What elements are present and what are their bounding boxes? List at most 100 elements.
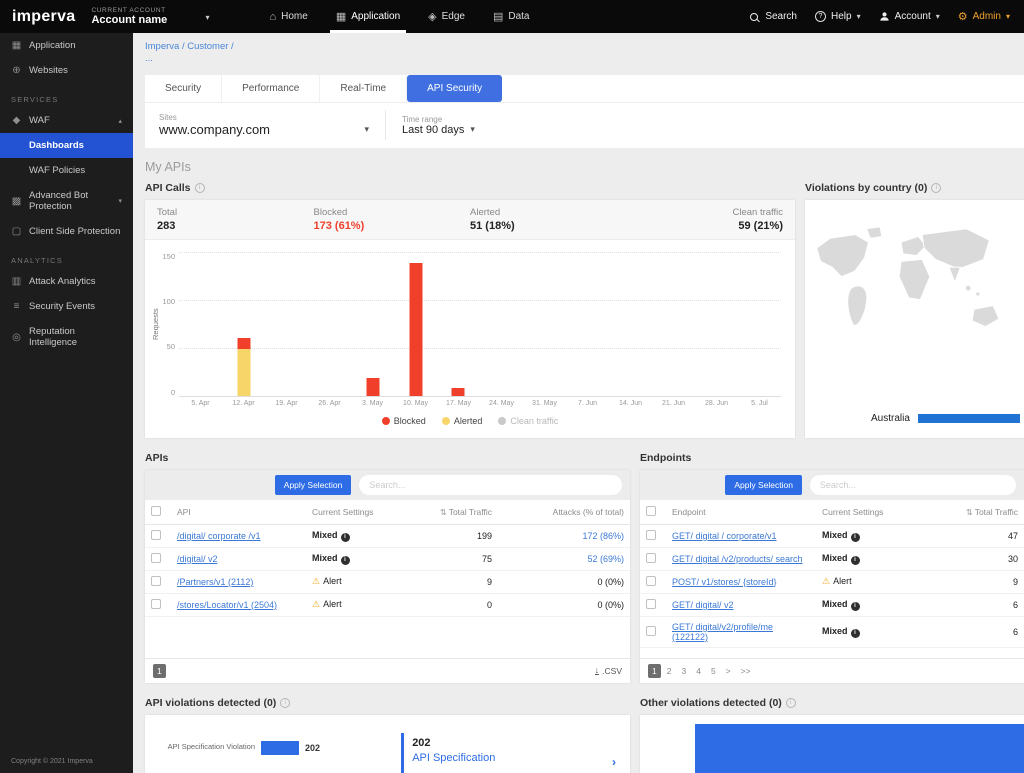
table-row[interactable]: GET/ digital/v2/profile/me (122122) Mixe… <box>640 616 1024 647</box>
endpoint-link[interactable]: POST/ v1/stores/ {storeId} <box>672 577 777 587</box>
info-icon: i <box>851 629 860 638</box>
table-row[interactable]: /digital/ v2 Mixedi 75 52 (69%) <box>145 547 630 570</box>
download-csv-button[interactable]: ↓ .CSV <box>595 666 622 676</box>
sidebar-item-waf-policies[interactable]: WAF Policies <box>0 158 133 183</box>
row-checkbox[interactable] <box>151 576 161 586</box>
info-icon: i <box>341 556 350 565</box>
apply-selection-button[interactable]: Apply Selection <box>275 475 352 495</box>
row-checkbox[interactable] <box>151 530 161 540</box>
column-header-attacks[interactable]: Attacks (% of total) <box>498 500 630 525</box>
endpoint-link[interactable]: GET/ digital /v2/products/ search <box>672 554 803 564</box>
top-navigation: ⌂ Home ▦ Application ◈ Edge ▤ Data <box>255 0 543 33</box>
row-checkbox[interactable] <box>151 599 161 609</box>
endpoint-link[interactable]: GET/ digital / corporate/v1 <box>672 531 777 541</box>
tab-performance[interactable]: Performance <box>222 75 320 102</box>
search-button[interactable]: Search <box>750 11 797 22</box>
sidebar-item-security-events[interactable]: ≡ Security Events <box>0 294 133 319</box>
column-header-traffic[interactable]: ⇅Total Traffic <box>904 500 1024 525</box>
sidebar-item-client-side-protection[interactable]: ▢ Client Side Protection <box>0 219 133 244</box>
page-button[interactable]: 5 <box>707 664 720 678</box>
attacks-value[interactable]: 172 (86%) <box>498 524 630 547</box>
reputation-icon: ◎ <box>11 332 22 343</box>
chevron-down-icon: ▾ <box>364 124 369 135</box>
tab-security[interactable]: Security <box>145 75 222 102</box>
sidebar-item-application[interactable]: ▦ Application <box>0 33 133 58</box>
api-calls-xlabels: 5. Apr12. Apr19. Apr26. Apr3. May10. May… <box>179 400 781 407</box>
tab-api-security[interactable]: API Security <box>407 75 502 102</box>
page-button[interactable]: 2 <box>663 664 676 678</box>
topbar: imperva CURRENT ACCOUNT Account name ▾ ⌂… <box>0 0 1024 33</box>
page-button[interactable]: > <box>722 664 735 678</box>
other-violations-bar[interactable] <box>695 724 1024 773</box>
sidebar-item-advanced-bot-protection[interactable]: ▩ Advanced Bot Protection ▾ <box>0 183 133 219</box>
api-link[interactable]: /stores/Locator/v1 (2504) <box>177 600 277 610</box>
country-bar[interactable] <box>918 414 1020 423</box>
legend-alerted[interactable]: Alerted <box>442 416 483 426</box>
help-menu[interactable]: ? Help ▾ <box>815 11 861 22</box>
page-button[interactable]: 1 <box>153 664 166 678</box>
column-header-settings[interactable]: Current Settings <box>306 500 406 525</box>
column-header-settings[interactable]: Current Settings <box>816 500 904 525</box>
row-checkbox[interactable] <box>646 576 656 586</box>
sidebar-item-dashboards[interactable]: Dashboards <box>0 133 133 158</box>
column-header-traffic[interactable]: ⇅Total Traffic <box>406 500 498 525</box>
row-checkbox[interactable] <box>646 530 656 540</box>
row-checkbox[interactable] <box>646 599 656 609</box>
apis-search-input[interactable] <box>359 475 622 495</box>
table-row[interactable]: /Partners/v1 (2112) ⚠Alert 9 0 (0%) <box>145 570 630 593</box>
api-violations-highlight[interactable]: 202 API Specification › <box>401 733 618 773</box>
admin-menu[interactable]: ⚙ Admin ▾ <box>958 10 1010 23</box>
nav-item-edge[interactable]: ◈ Edge <box>414 0 479 33</box>
select-all-checkbox[interactable] <box>151 506 161 516</box>
sidebar-item-reputation-intelligence[interactable]: ◎ Reputation Intelligence <box>0 319 133 355</box>
events-icon: ≡ <box>11 301 22 312</box>
column-header-endpoint[interactable]: Endpoint <box>666 500 816 525</box>
sidebar-item-waf[interactable]: ◆ WAF ▴ <box>0 108 133 133</box>
api-link[interactable]: /digital/ corporate /v1 <box>177 531 261 541</box>
legend-clean-traffic[interactable]: Clean traffic <box>498 416 558 426</box>
time-range-label: Time range <box>402 115 475 124</box>
info-icon[interactable]: i <box>280 698 290 708</box>
endpoints-search-input[interactable] <box>810 475 1016 495</box>
chart-bar <box>409 263 422 395</box>
sort-icon: ⇅ <box>966 508 973 517</box>
table-row[interactable]: GET/ digital /v2/products/ search Mixedi… <box>640 547 1024 570</box>
table-row[interactable]: /digital/ corporate /v1 Mixedi 199 172 (… <box>145 524 630 547</box>
hbar[interactable] <box>261 741 299 755</box>
table-row[interactable]: POST/ v1/stores/ {storeId} ⚠Alert 9 <box>640 570 1024 593</box>
page-button[interactable]: 3 <box>677 664 690 678</box>
column-header-api[interactable]: API <box>171 500 306 525</box>
attacks-value[interactable]: 52 (69%) <box>498 547 630 570</box>
sidebar-item-websites[interactable]: ⊕ Websites <box>0 58 133 83</box>
tab-real-time[interactable]: Real-Time <box>320 75 407 102</box>
nav-item-home[interactable]: ⌂ Home <box>255 0 321 33</box>
apply-selection-button[interactable]: Apply Selection <box>725 475 802 495</box>
api-link[interactable]: /Partners/v1 (2112) <box>177 577 253 587</box>
nav-item-data[interactable]: ▤ Data <box>479 0 544 33</box>
account-switcher[interactable]: CURRENT ACCOUNT Account name ▾ <box>91 0 219 33</box>
endpoint-link[interactable]: GET/ digital/ v2 <box>672 600 734 610</box>
nav-item-application[interactable]: ▦ Application <box>322 0 414 33</box>
table-row[interactable]: /stores/Locator/v1 (2504) ⚠Alert 0 0 (0%… <box>145 593 630 616</box>
page-button[interactable]: 4 <box>692 664 705 678</box>
sidebar-item-attack-analytics[interactable]: ▥ Attack Analytics <box>0 269 133 294</box>
warning-icon: ⚠ <box>822 576 830 586</box>
legend-blocked[interactable]: Blocked <box>382 416 426 426</box>
sites-selector[interactable]: Sites www.company.com ▾ <box>159 113 369 137</box>
table-row[interactable]: GET/ digital / corporate/v1 Mixedi 47 <box>640 524 1024 547</box>
info-icon[interactable]: i <box>195 183 205 193</box>
info-icon[interactable]: i <box>931 183 941 193</box>
api-link[interactable]: /digital/ v2 <box>177 554 218 564</box>
row-checkbox[interactable] <box>151 553 161 563</box>
breadcrumb[interactable]: Imperva / Customer / ... <box>145 41 235 65</box>
row-checkbox[interactable] <box>646 626 656 636</box>
page-button[interactable]: 1 <box>648 664 661 678</box>
info-icon[interactable]: i <box>786 698 796 708</box>
endpoint-link[interactable]: GET/ digital/v2/profile/me (122122) <box>672 622 773 642</box>
table-row[interactable]: GET/ digital/ v2 Mixedi 6 <box>640 593 1024 616</box>
page-button[interactable]: >> <box>737 664 755 678</box>
select-all-checkbox[interactable] <box>646 506 656 516</box>
account-menu[interactable]: Account ▾ <box>879 11 940 22</box>
time-range-selector[interactable]: Time range Last 90 days ▾ <box>402 115 475 136</box>
row-checkbox[interactable] <box>646 553 656 563</box>
